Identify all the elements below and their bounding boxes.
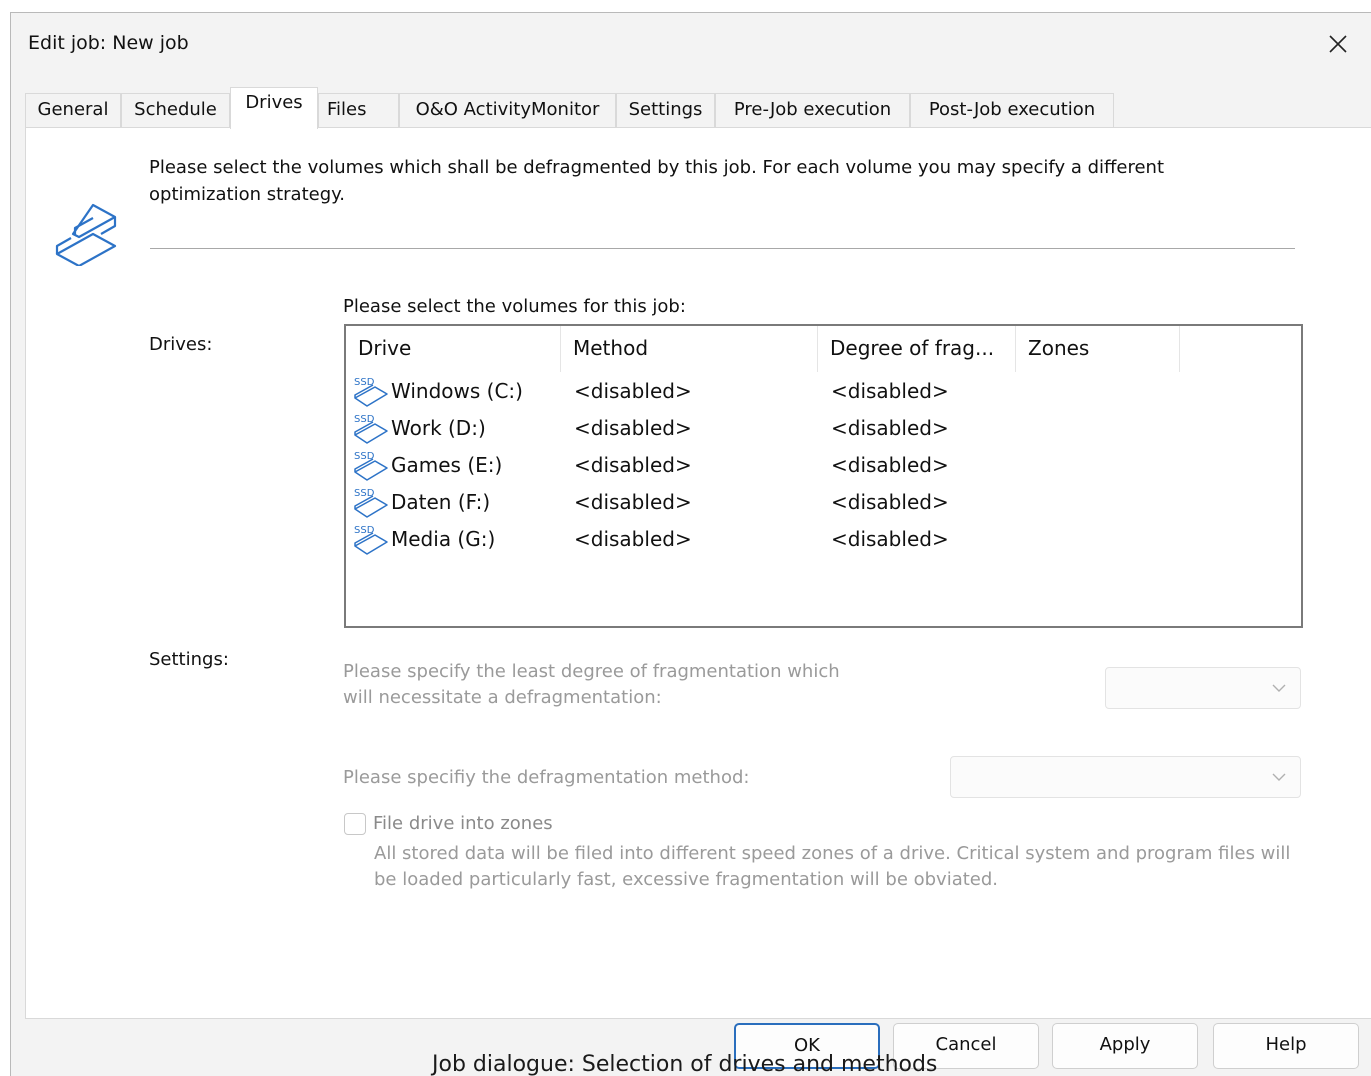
drive-degree: <disabled> [831, 527, 949, 551]
method-prompt: Please specifiy the defragmentation meth… [343, 767, 750, 788]
intro-text: Please select the volumes which shall be… [149, 157, 1165, 205]
close-icon [1329, 35, 1347, 53]
ssd-drive-icon: SSD [354, 525, 388, 555]
file-into-zones-description: All stored data will be filed into diffe… [374, 843, 1291, 890]
drives-label: Drives: [149, 334, 213, 355]
file-into-zones-label: File drive into zones [373, 813, 553, 834]
drive-name: Media (G:) [391, 527, 496, 551]
column-header-zones[interactable]: Zones [1016, 326, 1180, 372]
drive-name: Work (D:) [391, 416, 486, 440]
volumes-caption: Please select the volumes for this job: [343, 296, 686, 317]
file-into-zones-checkbox[interactable] [344, 813, 366, 835]
column-header-drive[interactable]: Drive [346, 326, 561, 372]
ssd-drive-icon: SSD [354, 488, 388, 518]
drives-stack-icon [55, 203, 117, 266]
ssd-drive-icon: SSD [354, 451, 388, 481]
tab-pre-job-execution[interactable]: Pre-Job execution [715, 93, 910, 127]
ssd-drive-icon: SSD [354, 414, 388, 444]
column-header-method[interactable]: Method [561, 326, 818, 372]
drive-row[interactable]: SSD Daten (F:) <disabled> <disabled> [346, 485, 1301, 522]
ssd-drive-icon: SSD [354, 377, 388, 407]
tab-general[interactable]: General [25, 93, 121, 127]
tab-activitymonitor[interactable]: O&O ActivityMonitor [399, 93, 616, 127]
header-divider [150, 248, 1295, 249]
close-button[interactable] [1317, 25, 1361, 65]
drive-row[interactable]: SSD Windows (C:) <disabled> <disabled> [346, 374, 1301, 411]
tab-schedule[interactable]: Schedule [121, 93, 230, 127]
drive-method: <disabled> [574, 527, 692, 551]
drive-degree: <disabled> [831, 453, 949, 477]
tab-drives[interactable]: Drives [230, 87, 318, 129]
fragmentation-prompt-line2: will necessitate a defragmentation: [343, 687, 662, 708]
help-button[interactable]: Help [1213, 1023, 1359, 1069]
tab-post-job-execution[interactable]: Post-Job execution [910, 93, 1114, 127]
tab-files[interactable]: Files [318, 93, 399, 127]
column-header-degree[interactable]: Degree of frag... [818, 326, 1016, 372]
settings-label: Settings: [149, 649, 229, 670]
drive-name: Windows (C:) [391, 379, 523, 403]
fragmentation-prompt-line1: Please specify the least degree of fragm… [343, 661, 840, 682]
drive-method: <disabled> [574, 453, 692, 477]
drive-degree: <disabled> [831, 416, 949, 440]
drive-name: Daten (F:) [391, 490, 491, 514]
drive-degree: <disabled> [831, 490, 949, 514]
edit-job-dialog: Edit job: New job General Schedule Drive… [10, 12, 1371, 1076]
defrag-method-combobox[interactable] [950, 756, 1301, 798]
drive-row[interactable]: SSD Games (E:) <disabled> <disabled> [346, 448, 1301, 485]
tab-settings[interactable]: Settings [616, 93, 715, 127]
drives-listview[interactable]: Drive Method Degree of frag... Zones SSD… [344, 324, 1303, 628]
drive-row[interactable]: SSD Media (G:) <disabled> <disabled> [346, 522, 1301, 559]
figure-caption: Job dialogue: Selection of drives and me… [432, 1052, 938, 1076]
listview-header: Drive Method Degree of frag... Zones [346, 326, 1301, 372]
fragmentation-degree-combobox[interactable] [1105, 667, 1301, 709]
chevron-down-icon [1272, 773, 1286, 781]
window-title: Edit job: New job [28, 32, 189, 54]
drive-method: <disabled> [574, 379, 692, 403]
title-bar: Edit job: New job [11, 13, 1371, 79]
drive-method: <disabled> [574, 490, 692, 514]
drive-row[interactable]: SSD Work (D:) <disabled> <disabled> [346, 411, 1301, 448]
drive-name: Games (E:) [391, 453, 503, 477]
fragmentation-prompt: Please specify the least degree of fragm… [343, 659, 840, 711]
chevron-down-icon [1272, 684, 1286, 692]
drive-method: <disabled> [574, 416, 692, 440]
drive-degree: <disabled> [831, 379, 949, 403]
apply-button[interactable]: Apply [1052, 1023, 1198, 1069]
